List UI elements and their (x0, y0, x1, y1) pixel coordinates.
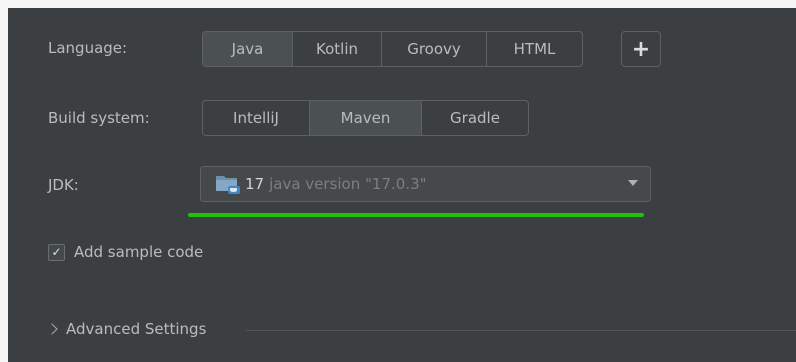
checkmark-icon: ✓ (51, 244, 62, 259)
chevron-right-icon (46, 323, 58, 335)
jdk-version: 17 (245, 175, 265, 193)
build-system-option-gradle[interactable]: Gradle (422, 101, 528, 135)
build-system-segmented-control: IntelliJ Maven Gradle (202, 100, 529, 136)
add-sample-code-checkbox-row[interactable]: ✓ Add sample code (48, 243, 203, 261)
build-system-option-intellij[interactable]: IntelliJ (203, 101, 310, 135)
advanced-settings-toggle[interactable]: Advanced Settings (46, 320, 207, 338)
new-project-panel: Language: Java Kotlin Groovy HTML + Buil… (8, 8, 796, 362)
add-sample-code-checkbox[interactable]: ✓ (48, 243, 65, 261)
advanced-settings-label: Advanced Settings (66, 320, 207, 338)
language-label: Language: (48, 39, 128, 57)
add-language-button[interactable]: + (621, 31, 661, 67)
advanced-settings-divider (246, 330, 796, 331)
jdk-dropdown[interactable]: 17 java version "17.0.3" (200, 166, 651, 202)
dropdown-arrow-icon (628, 180, 638, 186)
build-system-option-maven[interactable]: Maven (310, 101, 422, 135)
folder-icon (215, 173, 241, 195)
language-option-groovy[interactable]: Groovy (382, 32, 487, 66)
language-option-java[interactable]: Java (203, 32, 293, 66)
highlight-underline (188, 213, 644, 217)
jdk-description: java version "17.0.3" (269, 175, 427, 193)
build-system-label: Build system: (48, 109, 150, 127)
add-sample-code-label: Add sample code (74, 243, 204, 261)
language-option-html[interactable]: HTML (487, 32, 582, 66)
language-option-kotlin[interactable]: Kotlin (293, 32, 382, 66)
plus-icon: + (631, 36, 651, 62)
jdk-label: JDK: (48, 176, 79, 194)
language-segmented-control: Java Kotlin Groovy HTML (202, 31, 583, 67)
